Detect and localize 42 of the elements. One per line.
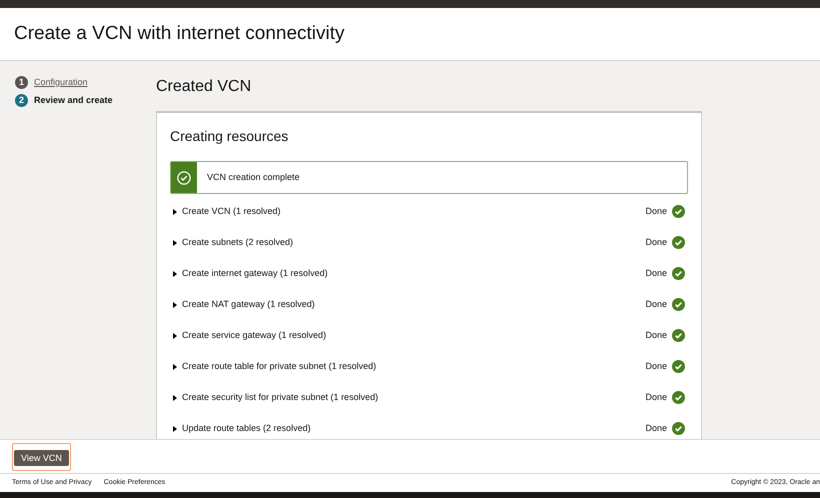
caret-icon xyxy=(173,394,177,400)
task-toggle[interactable]: Create security list for private subnet (1 resolved) xyxy=(173,390,378,404)
caret-icon xyxy=(173,240,177,246)
caret-icon xyxy=(173,208,177,214)
caret-icon xyxy=(173,426,177,432)
check-circle-icon xyxy=(672,360,685,373)
check-circle-icon xyxy=(672,267,685,280)
task-toggle[interactable]: Create internet gateway (1 resolved) xyxy=(173,266,328,280)
task-toggle[interactable]: Create route table for private subnet (1 resolved) xyxy=(173,360,376,374)
status-text: Done xyxy=(645,422,667,435)
status-text: Done xyxy=(645,204,667,218)
status-text: Done xyxy=(645,298,667,311)
view-vcn-button[interactable]: View VCN xyxy=(14,450,69,466)
page-title: Create a VCN with internet connectivity xyxy=(14,22,345,46)
status-text: Done xyxy=(645,266,667,280)
check-circle-icon xyxy=(672,391,685,404)
step-link[interactable]: Configuration xyxy=(34,76,88,90)
task-toggle[interactable]: Update route tables (2 resolved) xyxy=(173,422,311,436)
task-toggle[interactable]: Create VCN (1 resolved) xyxy=(173,204,281,218)
card-title: Creating resources xyxy=(170,127,288,146)
section-title: Created VCN xyxy=(156,77,252,97)
check-circle-icon xyxy=(672,329,685,342)
check-circle-icon xyxy=(672,298,685,311)
task-toggle[interactable]: Create subnets (2 resolved) xyxy=(173,236,294,250)
status-text: Done xyxy=(645,328,667,342)
task-toggle[interactable]: Create NAT gateway (1 resolved) xyxy=(173,298,315,312)
caret-icon xyxy=(173,302,177,308)
caret-icon xyxy=(173,270,177,276)
step-number: 2 xyxy=(15,94,28,107)
check-circle-icon xyxy=(177,170,191,184)
check-circle-icon xyxy=(672,205,685,218)
check-circle-icon xyxy=(672,236,685,249)
status-text: Done xyxy=(645,390,667,404)
caret-icon xyxy=(173,364,177,370)
caret-icon xyxy=(173,332,177,338)
step-link[interactable]: Review and create xyxy=(34,94,113,107)
status-text: Done xyxy=(645,236,667,249)
step-number: 1 xyxy=(15,76,28,90)
status-text: Done xyxy=(645,360,667,373)
check-circle-icon xyxy=(672,422,685,435)
task-toggle[interactable]: Create service gateway (1 resolved) xyxy=(173,328,326,342)
banner-message: VCN creation complete xyxy=(207,170,300,184)
